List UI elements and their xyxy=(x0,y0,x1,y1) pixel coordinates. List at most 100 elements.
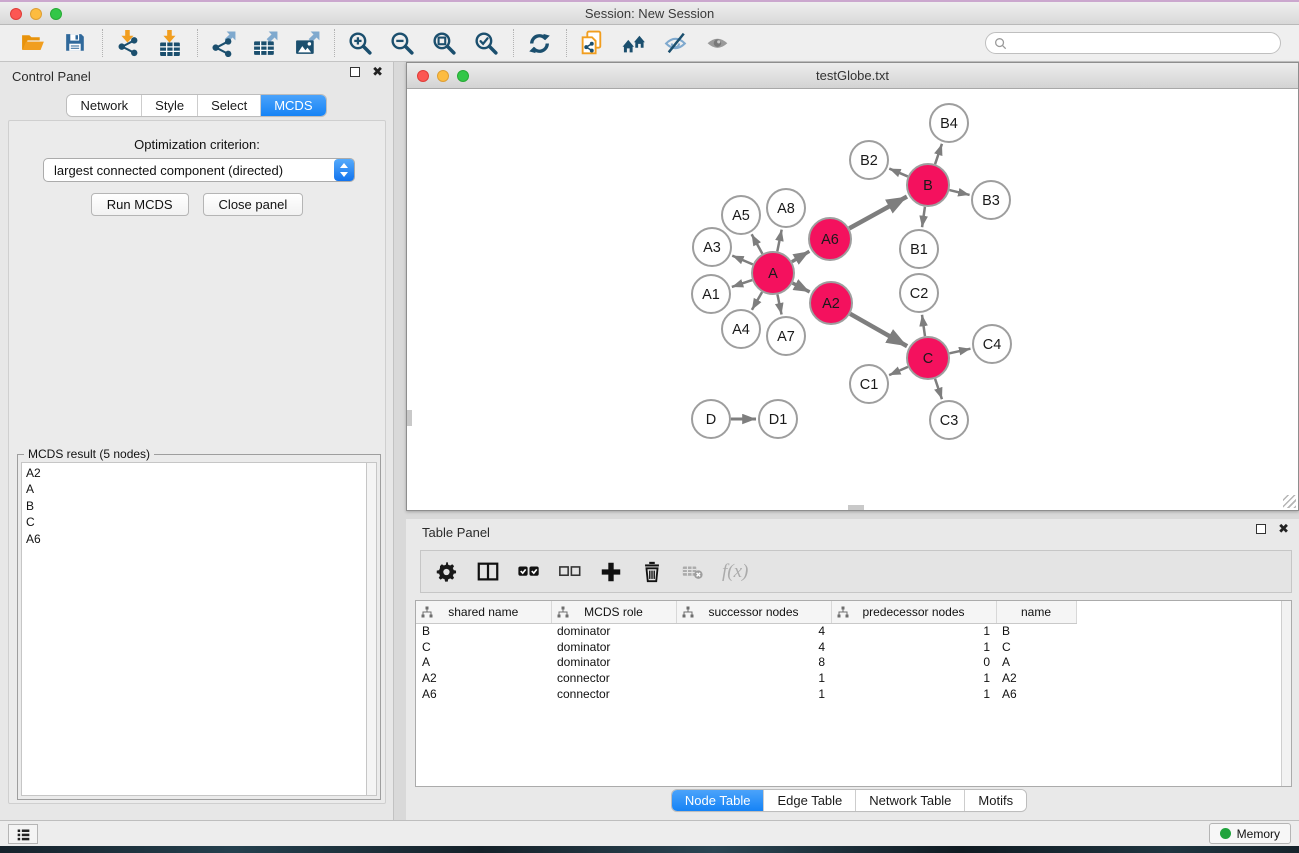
graph-edge-A-A1[interactable] xyxy=(732,280,752,287)
tab-motifs[interactable]: Motifs xyxy=(964,790,1026,811)
graph-edge-C-C2[interactable] xyxy=(922,315,925,336)
table-cell[interactable]: connector xyxy=(551,686,676,702)
mcds-result-item[interactable]: A2 xyxy=(26,465,366,481)
search-input[interactable] xyxy=(1011,36,1272,50)
table-cell[interactable]: dominator xyxy=(551,639,676,655)
column-header-successor-nodes[interactable]: successor nodes xyxy=(676,601,831,623)
function-builder-button[interactable]: f(x) xyxy=(722,561,748,583)
split-panel-button[interactable] xyxy=(476,560,500,584)
toggle-hide-button[interactable] xyxy=(662,28,692,58)
graph-edge-A-A5[interactable] xyxy=(752,234,763,253)
table-cell[interactable]: B xyxy=(416,623,551,639)
graph-edge-A-A4[interactable] xyxy=(752,292,762,310)
graph-edge-B-B3[interactable] xyxy=(949,190,969,195)
tab-edge-table[interactable]: Edge Table xyxy=(763,790,855,811)
graph-node-C1[interactable]: C1 xyxy=(850,365,888,403)
table-cell[interactable]: C xyxy=(996,639,1076,655)
export-table-button[interactable] xyxy=(251,28,281,58)
delete-table-button[interactable] xyxy=(681,560,705,584)
network-vertical-scroll-thumb[interactable] xyxy=(407,410,412,426)
import-network-button[interactable] xyxy=(114,28,144,58)
graph-edge-A-A7[interactable] xyxy=(777,295,781,315)
task-history-button[interactable] xyxy=(8,824,38,844)
search-box[interactable] xyxy=(985,32,1281,54)
select-all-button[interactable] xyxy=(517,560,541,584)
graph-edge-A-A2[interactable] xyxy=(793,283,810,292)
mcds-result-item[interactable]: B xyxy=(26,498,366,514)
criterion-dropdown[interactable]: largest connected component (directed) xyxy=(43,158,355,182)
graph-node-B1[interactable]: B1 xyxy=(900,230,938,268)
close-panel-button[interactable]: Close panel xyxy=(203,193,304,216)
graph-node-C3[interactable]: C3 xyxy=(930,401,968,439)
table-cell[interactable]: A6 xyxy=(996,686,1076,702)
graph-node-A5[interactable]: A5 xyxy=(722,196,760,234)
graph-edge-A-A6[interactable] xyxy=(792,251,809,261)
zoom-selected-button[interactable] xyxy=(472,28,502,58)
table-row[interactable]: A2connector11A2 xyxy=(416,670,1283,686)
graph-node-C4[interactable]: C4 xyxy=(973,325,1011,363)
graph-edge-A2-C[interactable] xyxy=(850,314,907,346)
table-cell[interactable]: 1 xyxy=(676,686,831,702)
network-horizontal-scroll-thumb[interactable] xyxy=(848,505,864,510)
tab-network[interactable]: Network xyxy=(67,95,141,116)
tab-node-table[interactable]: Node Table xyxy=(672,790,764,811)
mcds-result-list[interactable]: A2ABCA6 xyxy=(21,462,366,796)
table-cell[interactable]: 1 xyxy=(676,670,831,686)
graph-node-B4[interactable]: B4 xyxy=(930,104,968,142)
close-table-panel-icon[interactable]: ✖ xyxy=(1278,524,1289,534)
save-session-button[interactable] xyxy=(61,28,91,58)
table-row[interactable]: A6connector11A6 xyxy=(416,686,1283,702)
graph-node-C[interactable]: C xyxy=(907,337,949,379)
table-cell[interactable]: 1 xyxy=(831,623,996,639)
delete-columns-button[interactable] xyxy=(640,560,664,584)
graph-node-A7[interactable]: A7 xyxy=(767,317,805,355)
mcds-result-item[interactable]: A xyxy=(26,481,366,497)
column-header-shared-name[interactable]: shared name xyxy=(416,601,551,623)
tab-select[interactable]: Select xyxy=(197,95,260,116)
table-cell[interactable]: 8 xyxy=(676,655,831,671)
column-header-MCDS-role[interactable]: MCDS role xyxy=(551,601,676,623)
network-canvas[interactable]: B4B2BB3A5A8A6A3B1AA1C2A2A4A7C4CC1C3DD1 xyxy=(408,90,1297,510)
graph-edge-B-B2[interactable] xyxy=(889,169,907,177)
table-cell[interactable]: A6 xyxy=(416,686,551,702)
table-cell[interactable]: 4 xyxy=(676,639,831,655)
table-cell[interactable]: 4 xyxy=(676,623,831,639)
table-scrollbar[interactable] xyxy=(1281,601,1291,786)
table-cell[interactable]: B xyxy=(996,623,1076,639)
export-image-button[interactable] xyxy=(293,28,323,58)
tab-mcds[interactable]: MCDS xyxy=(260,95,325,116)
graph-node-A1[interactable]: A1 xyxy=(692,275,730,313)
table-cell[interactable]: dominator xyxy=(551,655,676,671)
table-cell[interactable]: A xyxy=(996,655,1076,671)
table-cell[interactable]: 0 xyxy=(831,655,996,671)
run-mcds-button[interactable]: Run MCDS xyxy=(91,193,189,216)
graph-node-D1[interactable]: D1 xyxy=(759,400,797,438)
table-cell[interactable]: A xyxy=(416,655,551,671)
open-session-button[interactable] xyxy=(19,28,49,58)
graph-edge-C-C3[interactable] xyxy=(935,379,942,399)
table-row[interactable]: Cdominator41C xyxy=(416,639,1283,655)
close-panel-icon[interactable]: ✖ xyxy=(372,67,383,77)
graph-node-B[interactable]: B xyxy=(907,164,949,206)
toggle-show-button[interactable] xyxy=(704,28,734,58)
mcds-result-item[interactable]: C xyxy=(26,514,366,530)
table-cell[interactable]: 1 xyxy=(831,639,996,655)
table-options-button[interactable] xyxy=(435,560,459,584)
network-window-titlebar[interactable]: testGlobe.txt xyxy=(407,63,1298,89)
graph-node-A3[interactable]: A3 xyxy=(693,228,731,266)
zoom-out-button[interactable] xyxy=(388,28,418,58)
graph-node-A2[interactable]: A2 xyxy=(810,282,852,324)
result-list-scrollbar[interactable] xyxy=(366,462,377,796)
export-network-button[interactable] xyxy=(209,28,239,58)
graph-node-A6[interactable]: A6 xyxy=(809,218,851,260)
graph-node-A4[interactable]: A4 xyxy=(722,310,760,348)
column-header-predecessor-nodes[interactable]: predecessor nodes xyxy=(831,601,996,623)
graph-edge-A-A3[interactable] xyxy=(732,256,753,265)
memory-button[interactable]: Memory xyxy=(1209,823,1291,844)
home-view-button[interactable] xyxy=(620,28,650,58)
table-cell[interactable]: 1 xyxy=(831,686,996,702)
graph-edge-B-B4[interactable] xyxy=(935,144,942,164)
table-cell[interactable]: 1 xyxy=(831,670,996,686)
table-cell[interactable]: A2 xyxy=(996,670,1076,686)
window-resize-grip[interactable] xyxy=(1283,495,1296,508)
